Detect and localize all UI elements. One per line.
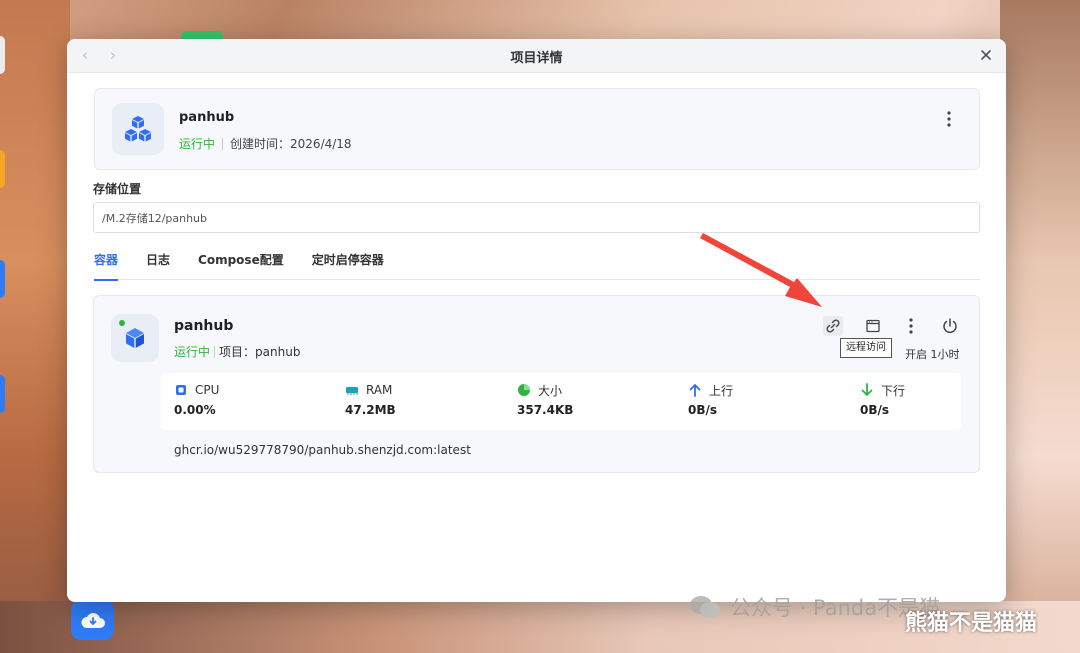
more-vertical-icon[interactable] [941,110,957,128]
stat-ram: RAM 47.2MB [345,381,396,417]
power-icon [943,318,957,334]
container-status-line: 运行中 项目： panhub [174,343,300,360]
stat-value: 357.4KB [517,403,574,417]
arrow-up-icon [688,383,702,397]
window-title: 项目详情 [510,51,563,66]
author-watermark: 熊猫不是猫猫 [905,611,1038,636]
more-vertical-icon [909,318,913,334]
project-status: 运行中 [179,137,216,151]
tab-scheduled-start-stop[interactable]: 定时启停容器 [312,248,384,280]
dock-app-stub[interactable] [0,150,5,188]
stat-size: 大小 357.4KB [517,381,574,418]
storage-path-field[interactable] [93,202,980,233]
divider [222,137,224,150]
close-icon[interactable] [978,47,994,63]
window-titlebar: ‹ › 项目详情 [67,39,1006,73]
stat-cpu: CPU 0.00% [174,381,219,417]
stat-label: 下行 [881,383,906,398]
tab-containers[interactable]: 容器 [94,248,119,281]
stat-value: 47.2MB [345,403,396,417]
project-summary-card: panhub 运行中 创建时间： 2026/4/18 [94,88,980,170]
dock-app-stub[interactable] [0,260,5,298]
container-status: 运行中 [174,345,211,359]
container-image-name: ghcr.io/wu529778790/panhub.shenzjd.com:l… [174,443,471,457]
dock-app-stub[interactable] [0,36,5,74]
created-label: 创建时间： [230,137,291,151]
cloud-download-icon [81,613,105,628]
divider [214,345,216,358]
stat-label: CPU [195,383,220,397]
wechat-watermark: 公众号 · Panda不是猫 [688,592,940,622]
stat-label: 上行 [709,383,734,398]
project-icon [112,103,164,155]
wechat-icon [690,596,720,618]
project-name: panhub [179,110,235,125]
desktop-wallpaper-right [1000,0,1080,653]
stat-value: 0B/s [860,403,890,417]
remote-access-button[interactable] [823,316,843,336]
open-terminal-button[interactable] [863,316,883,336]
stat-value: 0B/s [688,403,718,417]
arrow-down-icon [860,383,874,397]
stat-value: 0.00% [174,403,216,417]
pie-chart-icon [517,383,531,397]
window-icon [866,319,880,333]
project-details-window: ‹ › 项目详情 panhub 运行中 创建时间： 2026/4/18 存储位置… [67,39,1006,602]
link-icon [826,319,840,333]
desktop-wallpaper-left [0,0,70,653]
project-status-line: 运行中 创建时间： 2026/4/18 [179,135,352,152]
running-status-dot [119,320,125,326]
cloud-download-app-icon[interactable] [71,600,114,640]
remote-access-tooltip: 远程访问 [840,338,892,358]
power-button[interactable] [940,316,960,336]
container-name: panhub [174,318,234,334]
container-more-button[interactable] [901,316,921,336]
created-value: 2026/4/18 [290,136,352,151]
tab-bar: 容器 日志 Compose配置 定时启停容器 [94,248,980,281]
cube-icon [126,328,144,348]
container-project-label: 项目： [219,345,256,359]
cubes-icon [125,116,151,142]
cpu-icon [174,383,188,397]
ram-icon [345,383,359,397]
tab-compose-config[interactable]: Compose配置 [198,248,284,280]
container-project-value: panhub [255,344,301,359]
stat-label: 大小 [538,383,563,398]
storage-label: 存储位置 [93,182,142,196]
uptime-label: 开启 1小时 [905,348,960,361]
resource-stats: CPU 0.00% RAM 47.2MB 大小 357.4KB 上行 0B/s … [161,373,961,430]
tab-logs[interactable]: 日志 [146,248,170,280]
dock-app-stub[interactable] [0,375,5,413]
stat-download: 下行 0B/s [860,381,905,417]
stat-label: RAM [366,383,393,397]
container-card: panhub 运行中 项目： panhub 远程访问 开启 1小时 CPU 0.… [93,295,980,473]
stat-upload: 上行 0B/s [688,381,734,418]
